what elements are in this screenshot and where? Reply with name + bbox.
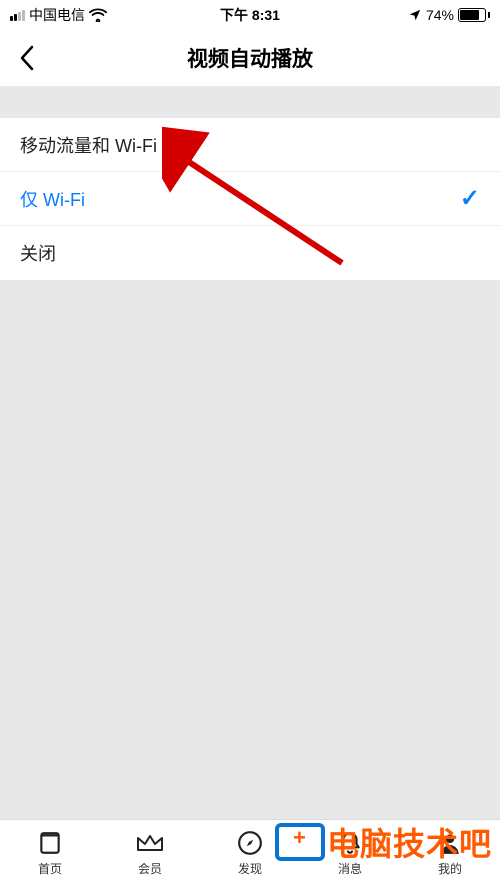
- person-icon: [435, 828, 465, 858]
- status-left: 中国电信: [10, 5, 107, 25]
- tab-home[interactable]: 首页: [20, 828, 80, 877]
- content-area: [0, 280, 500, 830]
- tab-member[interactable]: 会员: [120, 828, 180, 877]
- option-wifi-only[interactable]: 仅 Wi-Fi ✓: [0, 172, 500, 226]
- crown-icon: [135, 828, 165, 858]
- status-time: 下午 8:31: [220, 5, 280, 25]
- option-off[interactable]: 关闭 ✓: [0, 226, 500, 280]
- bottom-tab-bar: 首页 会员 发现 消息 我的: [0, 819, 500, 889]
- status-bar: 中国电信 下午 8:31 74%: [0, 0, 500, 30]
- signal-icon: [10, 10, 25, 21]
- home-icon: [35, 828, 65, 858]
- page-title: 视频自动播放: [187, 43, 313, 73]
- compass-icon: [235, 828, 265, 858]
- wifi-icon: [89, 8, 107, 22]
- battery-percent: 74%: [426, 7, 454, 23]
- option-label: 关闭: [20, 240, 56, 266]
- tab-label: 首页: [38, 860, 62, 877]
- back-button[interactable]: [12, 43, 42, 73]
- battery-icon: [458, 8, 490, 22]
- tab-discover[interactable]: 发现: [220, 828, 280, 877]
- bell-icon: [335, 828, 365, 858]
- nav-header: 视频自动播放: [0, 30, 500, 86]
- section-spacer: [0, 86, 500, 118]
- location-icon: [408, 8, 422, 22]
- option-label: 仅 Wi-Fi: [20, 186, 85, 212]
- option-label: 移动流量和 Wi-Fi: [20, 132, 157, 158]
- tab-me[interactable]: 我的: [420, 828, 480, 877]
- tab-label: 消息: [338, 860, 362, 877]
- tab-label: 我的: [438, 860, 462, 877]
- carrier-label: 中国电信: [29, 5, 85, 25]
- tab-messages[interactable]: 消息: [320, 828, 380, 877]
- chevron-left-icon: [19, 45, 35, 71]
- status-right: 74%: [408, 7, 490, 23]
- option-mobile-and-wifi[interactable]: 移动流量和 Wi-Fi ✓: [0, 118, 500, 172]
- checkmark-icon: ✓: [460, 184, 480, 213]
- tab-label: 会员: [138, 860, 162, 877]
- tab-label: 发现: [238, 860, 262, 877]
- option-list: 移动流量和 Wi-Fi ✓ 仅 Wi-Fi ✓ 关闭 ✓: [0, 118, 500, 280]
